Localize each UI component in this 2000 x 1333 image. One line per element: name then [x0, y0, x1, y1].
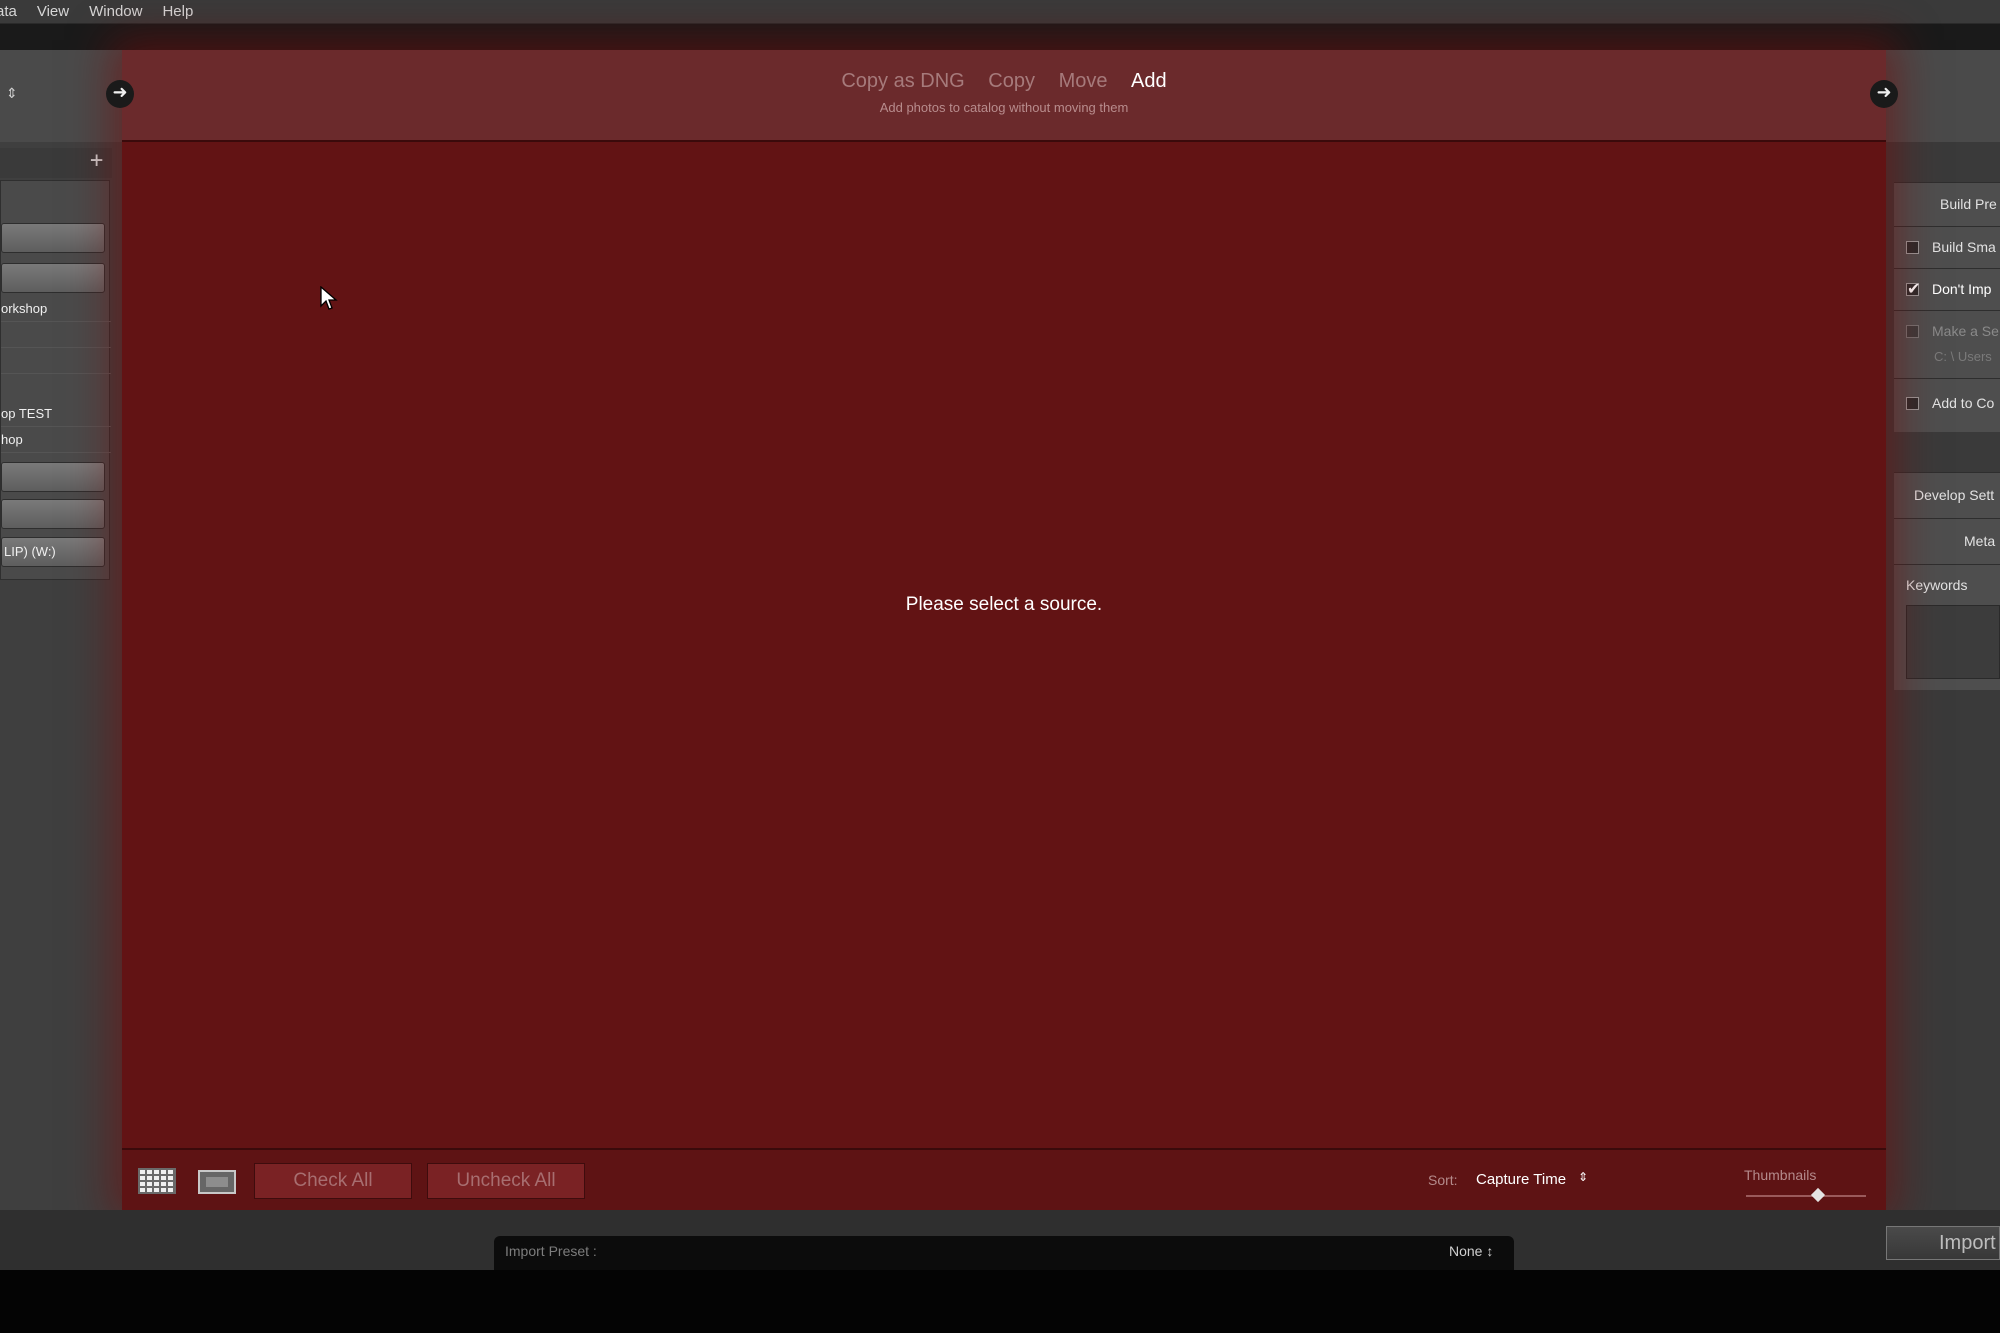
add-to-collection-checkbox[interactable] — [1906, 397, 1919, 410]
dont-import-label: Don't Imp — [1932, 281, 1992, 297]
dont-import-row: ✔ Don't Imp — [1894, 268, 2000, 310]
source-folder-item[interactable]: hop — [1, 427, 111, 453]
source-list: orkshop op TEST hop LIP) (W:) — [0, 180, 111, 580]
make-second-copy-label: Make a Se — [1932, 323, 1999, 339]
sort-caret-icon[interactable]: ⇕ — [1578, 1170, 1588, 1184]
mode-move[interactable]: Move — [1059, 70, 1108, 92]
arrow-right-icon[interactable]: ➜ — [1870, 80, 1898, 108]
source-folder-item[interactable] — [1, 348, 111, 374]
source-dropdown-caret-icon[interactable]: ⇕ — [6, 86, 18, 102]
thumbnails-label: Thumbnails — [1744, 1167, 1817, 1183]
checkmark-icon: ✔ — [1907, 279, 1921, 298]
import-preset-label: Import Preset : — [505, 1243, 597, 1259]
mouse-cursor-icon — [320, 286, 338, 310]
grid-view-icon[interactable] — [138, 1168, 176, 1194]
uncheck-all-button[interactable]: Uncheck All — [427, 1163, 585, 1199]
sort-select[interactable]: Capture Time — [1476, 1171, 1566, 1188]
check-all-button[interactable]: Check All — [254, 1163, 412, 1199]
source-item[interactable] — [1, 462, 105, 492]
loupe-view-icon[interactable] — [198, 1170, 236, 1194]
arrow-right-icon[interactable]: ➜ — [106, 80, 134, 108]
mode-copy[interactable]: Copy — [988, 70, 1035, 92]
keywords-input[interactable] — [1906, 605, 2000, 679]
import-preset-bar — [494, 1236, 1514, 1270]
title-band — [0, 24, 2000, 50]
import-preset-select[interactable]: None ↕ — [1449, 1243, 1493, 1259]
add-to-collection-label: Add to Co — [1932, 395, 1995, 411]
source-item[interactable] — [1, 263, 105, 293]
source-folder-item[interactable]: orkshop — [1, 296, 111, 322]
keywords-label: Keywords — [1906, 577, 1968, 593]
import-mode-selector: Copy as DNG Copy Move Add — [122, 70, 1886, 93]
menu-view[interactable]: View — [37, 3, 69, 20]
make-second-copy-row: Make a Se C: \ Users — [1894, 310, 2000, 378]
menu-window[interactable]: Window — [89, 3, 142, 20]
source-item[interactable] — [1, 223, 105, 253]
build-previews-label[interactable]: Build Pre — [1940, 196, 1997, 212]
import-button[interactable]: Import — [1886, 1226, 2000, 1260]
second-copy-path: C: \ Users — [1934, 349, 1992, 364]
add-to-collection-row: Add to Co — [1894, 378, 2000, 432]
mode-copy-as-dng[interactable]: Copy as DNG — [841, 70, 964, 92]
keywords-section: Keywords — [1894, 564, 2000, 690]
menu-help[interactable]: Help — [162, 3, 193, 20]
import-mode-bar — [122, 50, 1886, 142]
import-mode-description: Add photos to catalog without moving the… — [879, 100, 1129, 115]
source-folder-item[interactable] — [1, 322, 111, 348]
make-second-copy-checkbox[interactable] — [1906, 325, 1919, 338]
sort-label: Sort: — [1428, 1172, 1458, 1188]
menu-bar: ata View Window Help — [0, 0, 2000, 24]
build-smart-label: Build Sma — [1932, 239, 1996, 255]
source-drive-item[interactable]: LIP) (W:) — [1, 537, 105, 567]
menu-metadata[interactable]: ata — [0, 3, 17, 20]
develop-settings-row: Develop Sett — [1894, 472, 2000, 518]
source-folder-item[interactable]: op TEST — [1, 401, 111, 427]
mode-add[interactable]: Add — [1131, 70, 1167, 92]
empty-source-message: Please select a source. — [905, 594, 1103, 615]
metadata-row: Meta — [1894, 518, 2000, 564]
window-bottom — [0, 1270, 2000, 1333]
build-smart-row: Build Sma — [1894, 226, 2000, 268]
build-smart-checkbox[interactable] — [1906, 241, 1919, 254]
source-item[interactable] — [1, 499, 105, 529]
add-source-icon[interactable]: + — [90, 148, 103, 173]
build-previews-row: Build Pre — [1894, 182, 2000, 226]
photo-grid-area — [122, 50, 1886, 1210]
develop-settings-label[interactable]: Develop Sett — [1914, 487, 1994, 503]
thumbnail-size-slider[interactable] — [1746, 1195, 1866, 1197]
metadata-label[interactable]: Meta — [1964, 533, 1995, 549]
